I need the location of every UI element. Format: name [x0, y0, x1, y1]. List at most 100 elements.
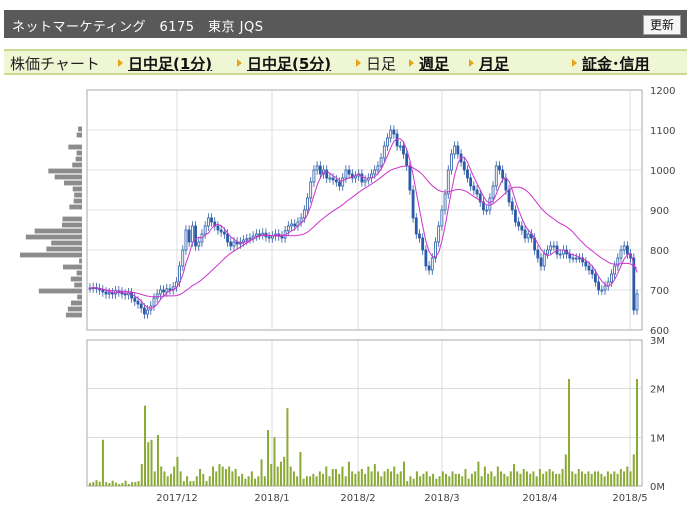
volume-bar: [386, 468, 389, 486]
volume-bar: [390, 471, 393, 486]
volume-bar: [202, 473, 205, 486]
volume-bar: [344, 476, 347, 486]
volume-profile-bar: [79, 258, 82, 264]
candle-body: [437, 225, 441, 243]
volume-panel: [86, 339, 643, 487]
arrow-right-icon: [572, 59, 577, 67]
candle-body: [258, 233, 261, 236]
stock-title: ネットマーケティング 6175 東京 JQS: [12, 20, 264, 35]
volume-bar: [636, 378, 638, 486]
volume-bar: [454, 473, 457, 486]
candle-body: [446, 169, 450, 195]
candle-body: [610, 273, 613, 283]
volume-bar: [597, 471, 600, 486]
volume-bar: [548, 468, 551, 486]
candle-body: [181, 249, 185, 267]
candle-body: [242, 239, 245, 243]
candle-body: [574, 257, 578, 260]
price-tick-label: 1000: [650, 166, 675, 177]
candle-body: [286, 225, 290, 232]
volume-bar: [574, 473, 577, 486]
volume-bar: [477, 461, 480, 486]
volume-bar: [221, 466, 224, 486]
candle-body: [526, 233, 530, 239]
volume-bar: [176, 456, 179, 486]
volume-bar: [118, 484, 121, 486]
volume-bar: [244, 478, 247, 486]
volume-bar: [289, 466, 292, 486]
volume-profile-bar: [20, 252, 82, 258]
volume-bar: [127, 484, 130, 486]
volume-bar: [211, 466, 214, 486]
volume-profile-bar: [72, 186, 82, 192]
tab-intraday-5min[interactable]: 日中足(5分): [237, 53, 331, 74]
candle-body: [590, 269, 594, 275]
volume-bar: [616, 473, 619, 486]
volume-bar: [555, 473, 558, 486]
volume-bar: [150, 439, 153, 486]
volume-bar: [357, 471, 360, 486]
candle-body: [427, 265, 431, 271]
candle-body: [552, 245, 556, 248]
volume-bar: [199, 468, 202, 486]
candle-body: [424, 249, 428, 267]
tab-monthly[interactable]: 月足: [469, 53, 509, 74]
volume-bar: [283, 456, 286, 486]
refresh-button[interactable]: 更新: [642, 15, 681, 35]
volume-bar: [334, 468, 337, 486]
candle-body: [219, 229, 223, 233]
candle-body: [254, 233, 258, 237]
candle-body: [520, 225, 524, 231]
candle-body: [338, 181, 341, 187]
volume-profile-bar: [65, 312, 82, 318]
volume-profile-bar: [76, 270, 82, 276]
volume-profile-bar: [67, 306, 82, 312]
volume-bar: [247, 476, 250, 486]
volume-bar: [619, 468, 622, 486]
volume-bar: [629, 471, 632, 486]
candle-body: [373, 169, 377, 175]
volume-bar: [380, 476, 383, 486]
candle-body: [152, 297, 156, 307]
candle-body: [469, 177, 473, 187]
volume-bar: [137, 481, 140, 486]
volume-profile-bar: [73, 198, 82, 204]
volume-bar: [529, 473, 532, 486]
price-tick-label: 900: [650, 206, 669, 217]
candle-body: [344, 169, 348, 179]
volume-bar: [186, 476, 189, 486]
candle-body: [360, 173, 364, 183]
tab-margin-credit[interactable]: 証金･信用: [572, 53, 650, 74]
candle-body: [162, 289, 165, 293]
volume-bar: [432, 473, 435, 486]
tab-label: 日足: [366, 55, 397, 73]
tab-intraday-1min[interactable]: 日中足(1分): [118, 53, 212, 74]
volume-bar: [134, 482, 137, 486]
price-tick-label: 700: [650, 286, 669, 297]
candle-body: [306, 197, 309, 211]
candle-body: [206, 217, 210, 227]
candle-body: [453, 145, 457, 155]
volume-bar: [483, 466, 486, 486]
candle-body: [571, 257, 575, 260]
volume-profile-bar: [68, 144, 82, 150]
volume-bar: [318, 471, 321, 486]
candle-body: [405, 153, 409, 167]
candle-body: [184, 229, 188, 251]
volume-bar: [606, 471, 609, 486]
tab-weekly[interactable]: 週足: [409, 53, 449, 74]
volume-bar: [480, 476, 483, 486]
volume-tick-label: 0M: [650, 482, 665, 493]
volume-bar: [435, 478, 438, 486]
candle-body: [558, 253, 562, 256]
volume-profile-bar: [51, 240, 82, 246]
candle-body: [600, 289, 604, 292]
candle-body: [146, 309, 149, 315]
header-bar: ネットマーケティング 6175 東京 JQS 更新: [4, 10, 687, 38]
candle-body: [619, 249, 623, 259]
candle-body: [334, 179, 338, 183]
volume-bar: [208, 476, 211, 486]
price-tick-label: 1200: [650, 86, 675, 97]
volume-bar: [603, 476, 606, 486]
volume-bar: [322, 473, 325, 486]
